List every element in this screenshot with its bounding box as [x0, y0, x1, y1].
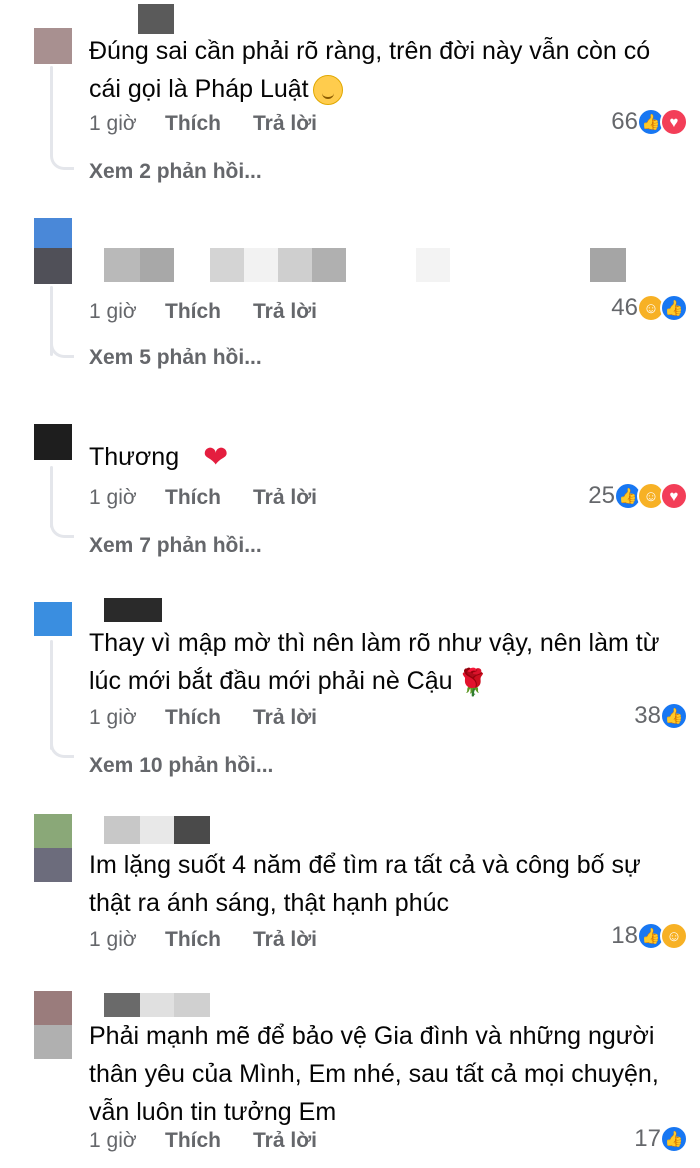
view-replies-link[interactable]: Xem 2 phản hồi...: [89, 160, 262, 184]
reply-button[interactable]: Trả lời: [253, 1129, 317, 1153]
reply-button[interactable]: Trả lời: [253, 300, 317, 324]
avatar[interactable]: [34, 602, 72, 636]
reaction-summary[interactable]: 17 👍: [634, 1125, 688, 1153]
smile-icon: [312, 75, 343, 106]
reaction-summary[interactable]: 66 👍 ♥: [611, 108, 688, 136]
author-name-redacted[interactable]: [104, 598, 162, 622]
like-button[interactable]: Thích: [165, 928, 253, 952]
like-icon: 👍: [660, 294, 688, 322]
reply-button[interactable]: Trả lời: [253, 706, 317, 730]
comment-item: Im lặng suốt 4 năm để tìm ra tất cả và c…: [0, 800, 700, 980]
view-replies-link[interactable]: Xem 10 phản hồi...: [89, 754, 273, 778]
haha-icon: ☺: [660, 922, 688, 950]
comment-text: Thương ❤: [89, 438, 689, 477]
comment-time: 1 giờ: [89, 300, 137, 323]
reaction-summary[interactable]: 25 👍 ☺ ♥: [588, 482, 688, 510]
view-replies-link[interactable]: Xem 5 phản hồi...: [89, 346, 262, 370]
comment-text: Phải mạnh mẽ để bảo vệ Gia đình và những…: [89, 1022, 659, 1126]
comment-time: 1 giờ: [89, 486, 137, 509]
view-replies-link[interactable]: Xem 7 phản hồi...: [89, 534, 262, 558]
like-button[interactable]: Thích: [165, 486, 253, 510]
author-name-redacted[interactable]: [104, 816, 210, 844]
like-button[interactable]: Thích: [165, 300, 253, 324]
reaction-summary[interactable]: 18 👍 ☺: [611, 922, 688, 950]
comment-item: Thương ❤ 1 giờ Thích Trả lời 25 👍 ☺ ♥ Xem…: [0, 400, 700, 580]
comment-text: Thay vì mập mờ thì nên làm rõ như vậy, n…: [89, 624, 689, 701]
rose-icon: 🌹: [456, 667, 489, 698]
comment-item: Thay vì mập mờ thì nên làm rõ như vậy, n…: [0, 590, 700, 790]
heart-icon: ❤: [203, 441, 229, 475]
love-icon: ♥: [660, 482, 688, 510]
author-name-redacted[interactable]: [104, 993, 210, 1017]
like-icon: 👍: [660, 702, 688, 730]
comment-time: 1 giờ: [89, 706, 137, 729]
reply-button[interactable]: Trả lời: [253, 486, 317, 510]
comment-time: 1 giờ: [89, 928, 137, 951]
comment-item: Đúng sai cần phải rõ ràng, trên đời này …: [0, 0, 700, 200]
like-button[interactable]: Thích: [165, 112, 253, 136]
comment-item: 1 giờ Thích Trả lời 46 ☺ 👍 Xem 5 phản hồ…: [0, 200, 700, 400]
avatar[interactable]: [34, 424, 72, 460]
avatar[interactable]: [34, 0, 72, 64]
reaction-summary[interactable]: 46 ☺ 👍: [611, 294, 688, 322]
like-button[interactable]: Thích: [165, 706, 253, 730]
reply-button[interactable]: Trả lời: [253, 112, 317, 136]
comment-text: Đúng sai cần phải rõ ràng, trên đời này …: [89, 32, 689, 108]
comment-time: 1 giờ: [89, 112, 137, 135]
love-icon: ♥: [660, 108, 688, 136]
comment-text: Im lặng suốt 4 năm để tìm ra tất cả và c…: [89, 851, 641, 917]
avatar[interactable]: [34, 814, 72, 882]
avatar[interactable]: [34, 218, 72, 284]
like-button[interactable]: Thích: [165, 1129, 253, 1153]
reaction-summary[interactable]: 38 👍: [634, 702, 688, 730]
reply-button[interactable]: Trả lời: [253, 928, 317, 952]
author-name-redacted[interactable]: [104, 248, 626, 282]
avatar[interactable]: [34, 991, 72, 1059]
comment-time: 1 giờ: [89, 1129, 137, 1152]
comment-item: Phải mạnh mẽ để bảo vệ Gia đình và những…: [0, 985, 700, 1168]
like-icon: 👍: [660, 1125, 688, 1153]
author-name-redacted[interactable]: [104, 4, 174, 34]
